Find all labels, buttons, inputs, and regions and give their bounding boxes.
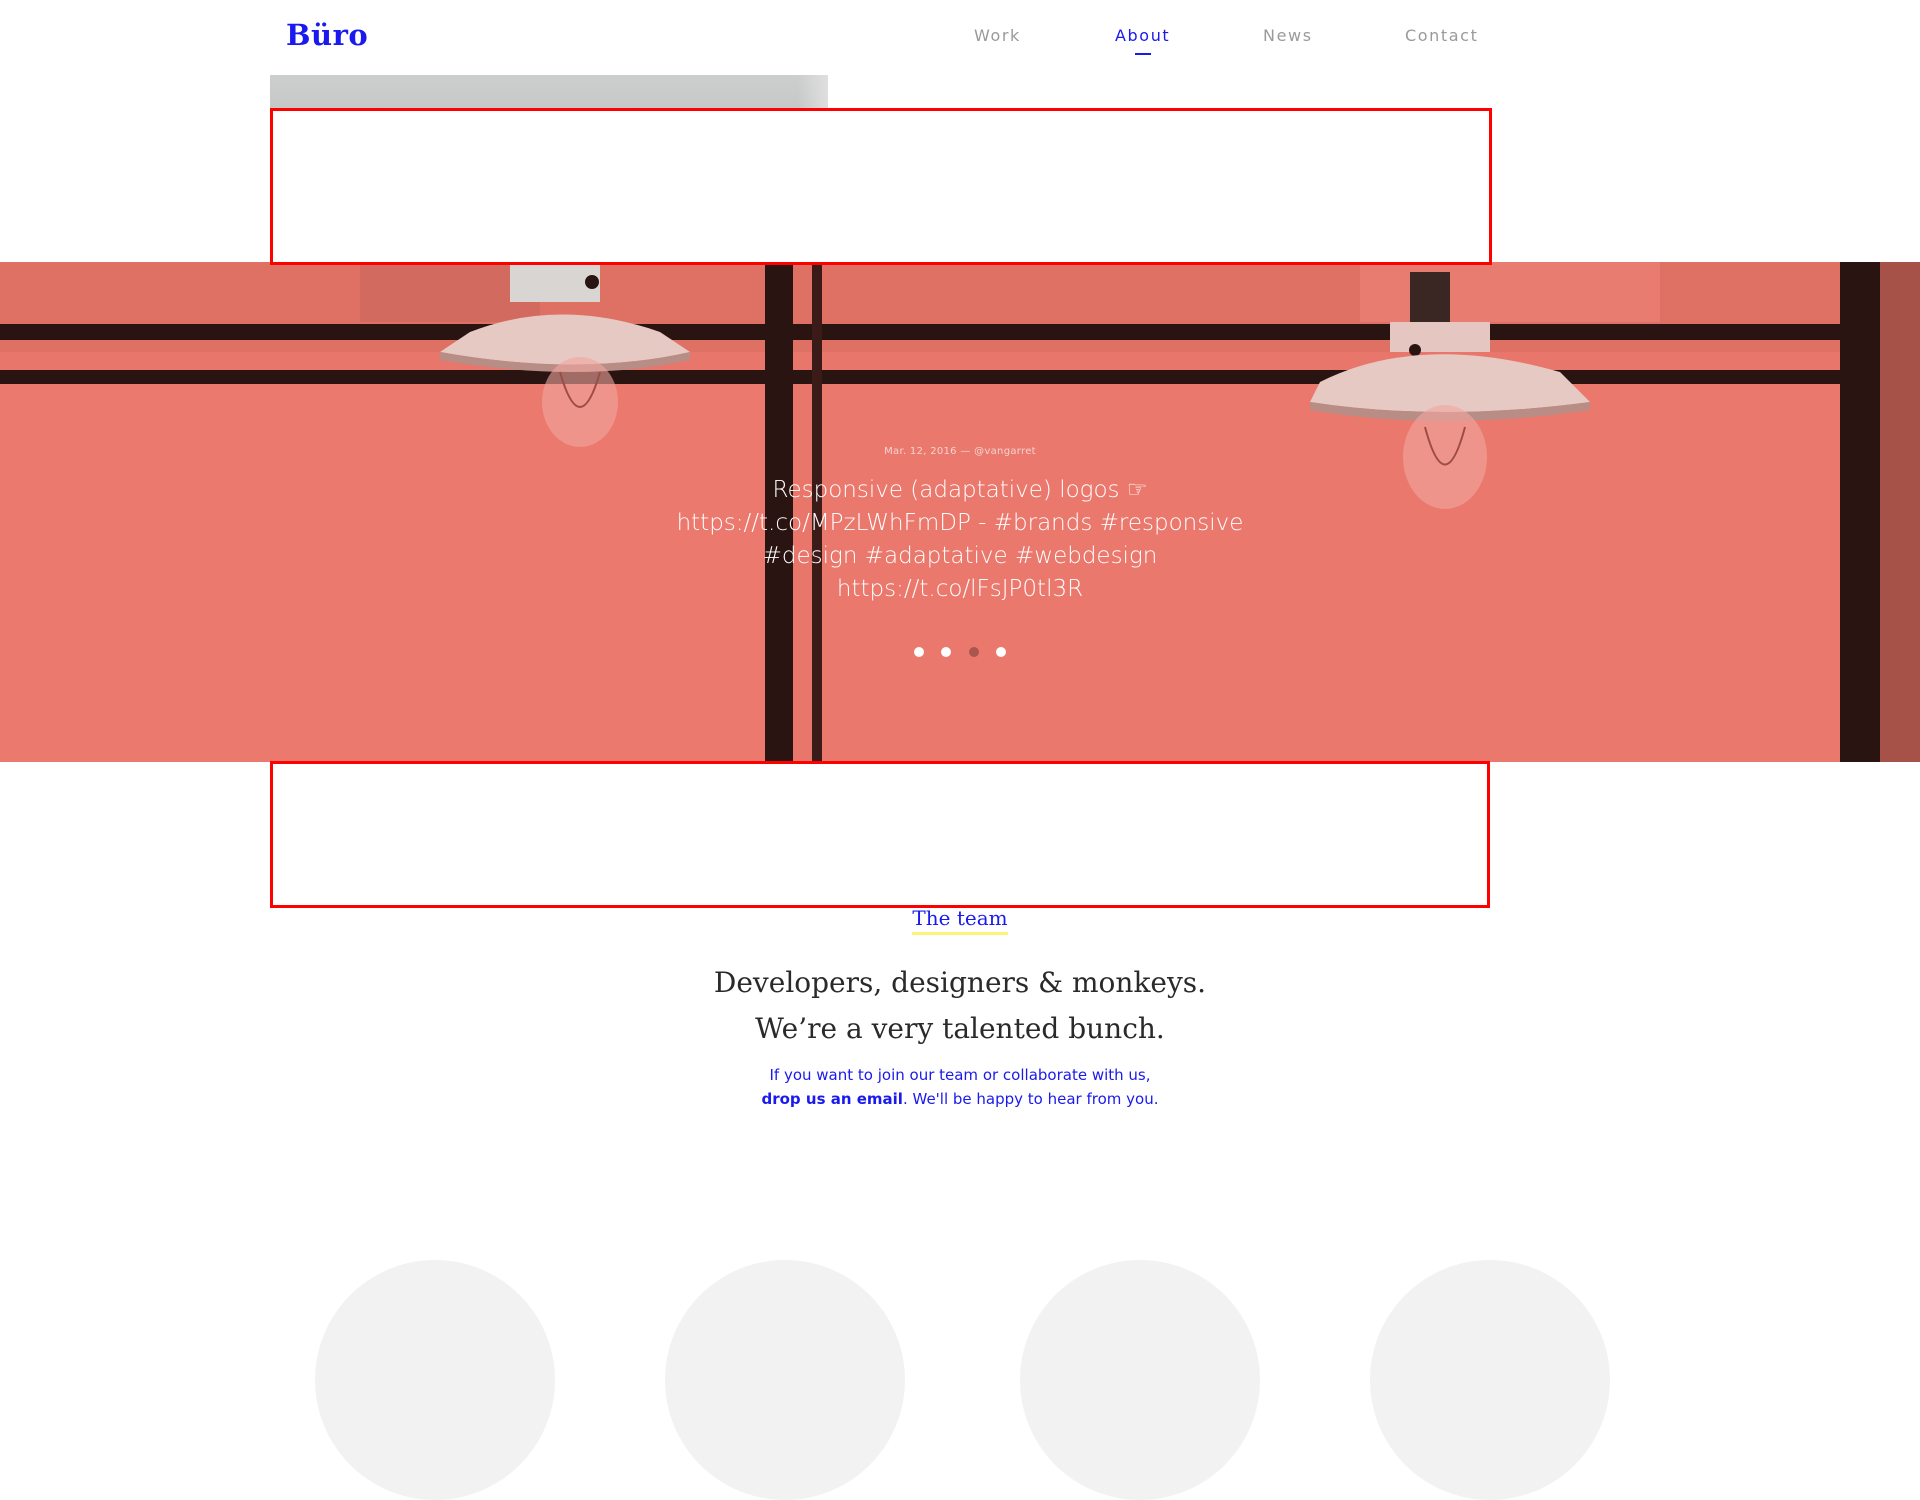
team-member-avatar[interactable]: [315, 1260, 555, 1500]
main-nav: Work About News Contact: [0, 26, 1920, 56]
annotation-box-top: [270, 108, 1492, 265]
nav-item-work[interactable]: Work: [974, 26, 1021, 45]
nav-item-news[interactable]: News: [1263, 26, 1313, 45]
team-member-avatar[interactable]: [1020, 1260, 1260, 1500]
annotation-box-bottom: [270, 761, 1490, 908]
slider-dot[interactable]: [941, 647, 952, 657]
tweet-slider: Mar. 12, 2016 — @vangarret Responsive (a…: [0, 262, 1920, 762]
slider-dot[interactable]: [995, 647, 1006, 657]
site-header: Büro Work About News Contact: [0, 0, 1920, 75]
team-link[interactable]: The team: [912, 906, 1008, 935]
nav-item-about[interactable]: About: [1115, 26, 1170, 45]
tweet-text: Responsive (adaptative) logos ☞ https://…: [676, 477, 1244, 602]
team-heading-line2: We’re a very talented bunch.: [755, 1012, 1165, 1045]
slider-dot[interactable]: [914, 647, 925, 657]
team-heading-line1: Developers, designers & monkeys.: [713, 966, 1207, 999]
team-section-link: The team: [0, 906, 1920, 935]
team-member-avatar[interactable]: [1370, 1260, 1610, 1500]
team-subtext: If you want to join our team or collabor…: [0, 1063, 1920, 1111]
team-heading: Developers, designers & monkeys. We’re a…: [0, 960, 1920, 1052]
team-subtext-line2-rest: . We'll be happy to hear from you.: [902, 1090, 1159, 1108]
intro-image: [270, 75, 828, 110]
email-link[interactable]: drop us an email: [761, 1090, 902, 1108]
tweet-meta: Mar. 12, 2016 — @vangarret: [884, 446, 1036, 457]
slider-pagination: [0, 642, 1920, 661]
slider-dot-active[interactable]: [968, 647, 979, 657]
nav-item-contact[interactable]: Contact: [1405, 26, 1478, 45]
team-subtext-line2: drop us an email. We'll be happy to hear…: [0, 1087, 1920, 1111]
team-subtext-line1: If you want to join our team or collabor…: [769, 1066, 1151, 1084]
team-member-avatar[interactable]: [665, 1260, 905, 1500]
